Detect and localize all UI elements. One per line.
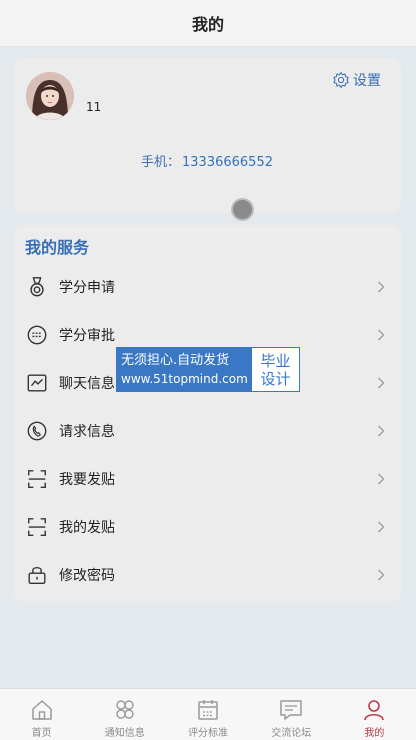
services-title: 我的服务 — [25, 238, 90, 257]
menu-item-credit-apply[interactable]: 学分申请 — [13, 263, 401, 311]
phone-info: 手机： 13336666552 — [13, 151, 401, 170]
settings-label: 设置 — [353, 73, 381, 89]
tab-label: 首页 — [31, 728, 52, 739]
chevron-right-icon — [378, 377, 385, 389]
medal-icon — [30, 277, 44, 297]
avatar-image — [26, 72, 74, 120]
menu-item-my-posts[interactable]: 我的发贴 — [13, 503, 401, 551]
header-bar: 我的 — [0, 0, 416, 47]
tab-label: 评分标准 — [188, 728, 228, 739]
grid-icon — [116, 700, 134, 719]
avatar[interactable] — [26, 72, 74, 120]
menu-label: 我要发贴 — [59, 472, 115, 488]
calendar-icon — [198, 700, 218, 720]
watermark-line2: www.51topmind.com — [121, 371, 248, 386]
tab-mine[interactable]: 我的 — [333, 689, 416, 740]
chevron-right-icon — [378, 569, 385, 581]
watermark-right2: 设计 — [260, 369, 291, 388]
chevron-right-icon — [378, 329, 385, 341]
message-icon — [280, 700, 302, 720]
menu-label: 请求信息 — [59, 424, 115, 440]
home-icon — [31, 700, 52, 720]
services-card: 我的服务 学分申请 学分审批 聊天信息 请求信息 我要发贴 我的发贴 修改密码 — [13, 225, 401, 601]
menu-item-request-info[interactable]: 请求信息 — [13, 407, 401, 455]
phone-number: 13336666552 — [182, 155, 273, 170]
phone-label: 手机： — [141, 155, 181, 170]
menu-item-new-post[interactable]: 我要发贴 — [13, 455, 401, 503]
bottom-tab-bar: 首页 通知信息 评分标准 交流论坛 我的 — [0, 688, 416, 740]
menu-label: 学分审批 — [59, 328, 115, 344]
tab-forum[interactable]: 交流论坛 — [250, 689, 333, 740]
watermark-right1: 毕业 — [260, 351, 291, 370]
menu-label: 我的发贴 — [59, 520, 115, 536]
settings-button[interactable]: 设置 — [332, 70, 381, 90]
tab-label: 通知信息 — [104, 728, 145, 739]
menu-item-change-password[interactable]: 修改密码 — [13, 551, 401, 599]
phone-icon — [27, 421, 47, 441]
watermark-text: 无须担心.自动发货 www.51topmind.com — [117, 348, 252, 391]
chevron-right-icon — [378, 521, 385, 533]
chevron-right-icon — [378, 425, 385, 437]
menu-label: 聊天信息 — [59, 376, 115, 392]
tab-home[interactable]: 首页 — [0, 689, 83, 740]
watermark-banner: 无须担心.自动发货 www.51topmind.com 毕业 设计 — [116, 347, 300, 392]
scan-icon — [28, 518, 46, 536]
watermark-line1: 无须担心.自动发货 — [121, 352, 230, 368]
scan-icon — [28, 470, 46, 488]
username: 11 — [86, 100, 102, 114]
profile-card: 11 设置 手机： 13336666552 — [13, 58, 401, 213]
page-title: 我的 — [191, 15, 224, 34]
tab-notifications[interactable]: 通知信息 — [83, 689, 166, 740]
tab-scoring-criteria[interactable]: 评分标准 — [166, 689, 249, 740]
user-icon — [364, 700, 385, 721]
menu-label: 修改密码 — [59, 568, 115, 584]
chevron-right-icon — [378, 281, 385, 293]
menu-label: 学分申请 — [59, 280, 115, 296]
chevron-right-icon — [378, 473, 385, 485]
gear-icon — [333, 71, 349, 89]
keyboard-icon — [27, 325, 47, 345]
watermark-badge: 毕业 设计 — [252, 348, 299, 391]
tab-label: 我的 — [364, 728, 385, 739]
tab-label: 交流论坛 — [271, 728, 312, 739]
chart-icon — [27, 374, 47, 392]
lock-icon — [28, 566, 46, 584]
floating-button[interactable] — [231, 198, 254, 221]
